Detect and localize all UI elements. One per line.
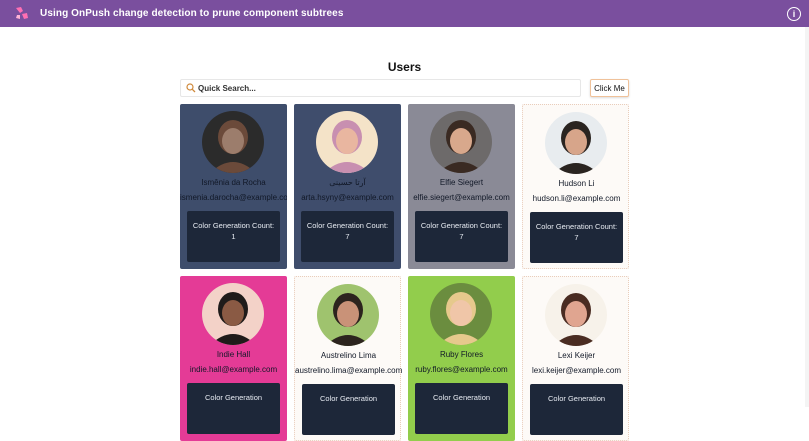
user-name: Ismênia da Rocha [201,178,266,187]
app-logo-icon [16,7,28,19]
user-email: indie.hall@example.com [189,365,278,374]
user-name: آرتا حسینی [329,178,366,187]
color-generation-label: Color Generation Count: [535,222,618,231]
user-card[interactable]: Indie Hall indie.hall@example.com Color Ge… [180,276,287,441]
color-generation-label: Color Generation [432,393,491,402]
search-input[interactable] [198,80,578,96]
user-email: ruby.flores@example.com [415,365,508,374]
color-generation-count: Color Generation [530,384,623,435]
user-email: ismenia.darocha@example.com [180,193,287,202]
color-generation-count: Color Generation [187,383,280,434]
avatar [317,284,379,346]
avatar [545,284,607,346]
avatar [202,111,264,173]
user-name: Indie Hall [216,350,251,359]
avatar [545,112,607,174]
user-name: Austrelino Lima [320,351,377,360]
info-icon[interactable]: i [787,7,801,21]
user-card[interactable]: Ismênia da Rocha ismenia.darocha@example.… [180,104,287,269]
color-generation-label: Color Generation [204,393,263,402]
quick-search-box[interactable] [180,79,581,97]
user-card[interactable]: Elfie Siegert elfie.siegert@example.com Co… [408,104,515,269]
user-card[interactable]: Ruby Flores ruby.flores@example.com Color … [408,276,515,441]
user-email: hudson.li@example.com [532,194,621,203]
user-card[interactable]: Hudson Li hudson.li@example.com Color Gene… [522,104,629,269]
color-generation-count: Color Generation [302,384,395,435]
avatar [202,283,264,345]
color-generation-label: Color Generation [547,394,606,403]
app-title: Using OnPush change detection to prune c… [40,8,344,19]
user-email: austrelino.lima@example.com [295,366,402,375]
color-generation-value: 7 [459,232,464,241]
color-generation-count: Color Generation Count: 7 [301,211,394,262]
color-generation-label: Color Generation Count: [306,221,389,230]
search-icon [186,83,196,93]
color-generation-value: 1 [231,232,236,241]
user-email: arta.hsyny@example.com [301,193,394,202]
avatar [316,111,378,173]
scrollbar[interactable] [805,27,809,407]
color-generation-value: 7 [345,232,350,241]
user-card[interactable]: Lexi Keijer lexi.keijer@example.com Color … [522,276,629,441]
user-email: lexi.keijer@example.com [531,366,622,375]
color-generation-label: Color Generation Count: [192,221,275,230]
color-generation-count: Color Generation Count: 1 [187,211,280,262]
user-name: Hudson Li [558,179,595,188]
click-me-button[interactable]: Click Me [590,79,629,97]
color-generation-count: Color Generation [415,383,508,434]
user-name: Ruby Flores [439,350,484,359]
user-card[interactable]: آرتا حسینی arta.hsyny@example.com Color Ge… [294,104,401,269]
avatar [430,111,492,173]
color-generation-value: 7 [574,233,579,242]
page-title: Users [387,60,422,74]
color-generation-count: Color Generation Count: 7 [415,211,508,262]
user-name: Elfie Siegert [439,178,484,187]
color-generation-count: Color Generation Count: 7 [530,212,623,263]
app-header: Using OnPush change detection to prune c… [0,0,809,27]
user-card[interactable]: Austrelino Lima austrelino.lima@example.c… [294,276,402,441]
color-generation-label: Color Generation Count: [420,221,503,230]
user-name: Lexi Keijer [557,351,596,360]
color-generation-label: Color Generation [319,394,378,403]
avatar [430,283,492,345]
user-email: elfie.siegert@example.com [413,193,510,202]
